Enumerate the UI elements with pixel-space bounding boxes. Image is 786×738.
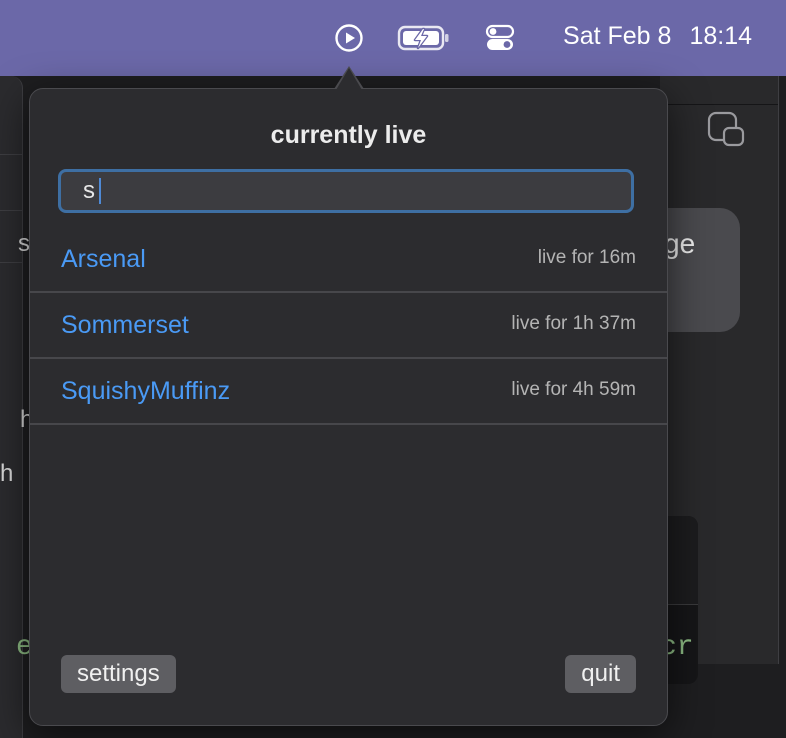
text-caret: [99, 178, 101, 204]
stream-row[interactable]: Arsenal live for 16m: [30, 227, 667, 293]
menubar-time: 18:14: [689, 21, 752, 50]
stream-name-link[interactable]: Sommerset: [61, 311, 189, 340]
popover-arrow: [336, 68, 362, 90]
background-divider: [0, 210, 22, 211]
menubar-clock[interactable]: Sat Feb 8 18:14: [563, 18, 752, 54]
menu-bar: Sat Feb 8 18:14: [0, 0, 786, 76]
background-text-fragment: h: [0, 460, 14, 487]
background-text-fragment: ge: [664, 228, 696, 259]
stream-live-duration: live for 16m: [537, 247, 636, 268]
stream-row[interactable]: Sommerset live for 1h 37m: [30, 293, 667, 359]
search-field[interactable]: [58, 169, 634, 213]
stream-name-link[interactable]: SquishyMuffinz: [61, 377, 230, 406]
background-divider: [660, 104, 778, 105]
settings-button[interactable]: settings: [61, 655, 176, 693]
stream-live-duration: live for 4h 59m: [511, 379, 636, 400]
row-separator: [30, 423, 667, 425]
battery-charging-icon[interactable]: [396, 18, 452, 58]
quit-button[interactable]: quit: [565, 655, 636, 693]
window-toggle-icon[interactable]: [706, 110, 746, 150]
background-divider: [0, 154, 22, 155]
stream-row[interactable]: SquishyMuffinz live for 4h 59m: [30, 359, 667, 425]
stream-live-duration: live for 1h 37m: [511, 313, 636, 334]
live-streams-popover: currently live Arsenal live for 16m Somm…: [29, 88, 668, 726]
play-circle-icon[interactable]: [332, 18, 366, 58]
menubar-date: Sat Feb 8: [563, 21, 672, 50]
background-divider: [0, 262, 22, 263]
popover-title: currently live: [270, 121, 427, 149]
stream-name-link[interactable]: Arsenal: [61, 245, 146, 274]
control-center-icon[interactable]: [482, 18, 518, 58]
